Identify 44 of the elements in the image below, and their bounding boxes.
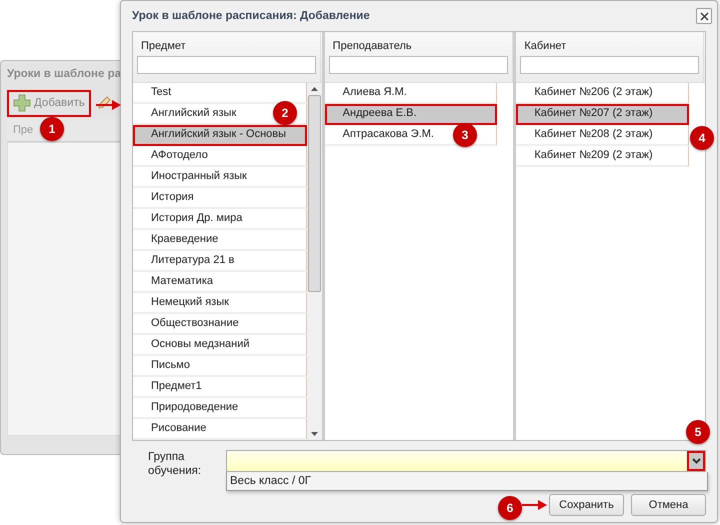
scroll-down-icon[interactable] — [310, 432, 318, 436]
list-item[interactable]: Литература 21 в — [133, 251, 307, 272]
cancel-button[interactable]: Отмена — [631, 494, 706, 516]
list-item[interactable]: Письмо — [133, 356, 307, 377]
list-item[interactable]: Кабинет №209 (2 этаж) — [516, 146, 690, 167]
scroll-up-icon[interactable] — [310, 87, 318, 91]
list-item[interactable]: Математика — [133, 272, 307, 293]
window-title: Уроки в шаблоне ра — [7, 68, 121, 80]
list-item[interactable]: Кабинет №207 (2 этаж) — [516, 104, 690, 125]
column-header: Преподаватель — [332, 39, 413, 54]
filter-field[interactable] — [328, 56, 508, 74]
column-header: Предмет — [140, 39, 187, 54]
list-item[interactable]: Рисование — [133, 419, 307, 440]
list-item[interactable]: Природоведение — [133, 398, 307, 419]
list-item[interactable]: Предмет1 — [133, 377, 307, 398]
close-icon — [700, 12, 708, 20]
list-item[interactable]: Андреева Е.В. — [324, 104, 498, 125]
column-header: Кабинет — [523, 39, 568, 54]
list-item[interactable]: Кабинет №206 (2 этаж) — [516, 83, 690, 104]
close-button[interactable] — [696, 8, 712, 24]
list-item[interactable]: АФотодело — [133, 146, 307, 167]
field-label: Группа обучения: — [147, 450, 202, 479]
list-item[interactable]: Test — [133, 83, 307, 104]
scrollbar[interactable] — [306, 83, 322, 440]
column-header: Пре — [13, 124, 34, 136]
dropdown-option[interactable]: Весь класс / 0Г — [227, 472, 707, 490]
list-item[interactable]: Краеведение — [133, 230, 307, 251]
plus-icon — [13, 94, 31, 112]
list-item[interactable]: История Др. мира — [133, 209, 307, 230]
list-item[interactable]: Алиева Я.М. — [324, 83, 498, 104]
arrow-icon — [522, 499, 548, 511]
list-item[interactable]: Английский язык - Основы — [133, 125, 307, 146]
list-item[interactable]: Немецкий язык — [133, 293, 307, 314]
list-item[interactable]: Иностранный язык — [133, 167, 307, 188]
list-item[interactable]: Кабинет №208 (2 этаж) — [516, 125, 690, 146]
list-item[interactable]: Обществознание — [133, 314, 307, 335]
save-button[interactable]: Сохранить — [549, 494, 624, 516]
filter-field[interactable] — [137, 56, 316, 74]
dialog-title: Урок в шаблоне расписания: Добавление — [132, 10, 370, 22]
filter-field[interactable] — [520, 56, 700, 74]
pencil-icon[interactable] — [96, 96, 111, 110]
arrow-icon — [96, 99, 122, 111]
list-item[interactable]: История — [133, 188, 307, 209]
list-item[interactable]: Основы медзнаний — [133, 335, 307, 356]
